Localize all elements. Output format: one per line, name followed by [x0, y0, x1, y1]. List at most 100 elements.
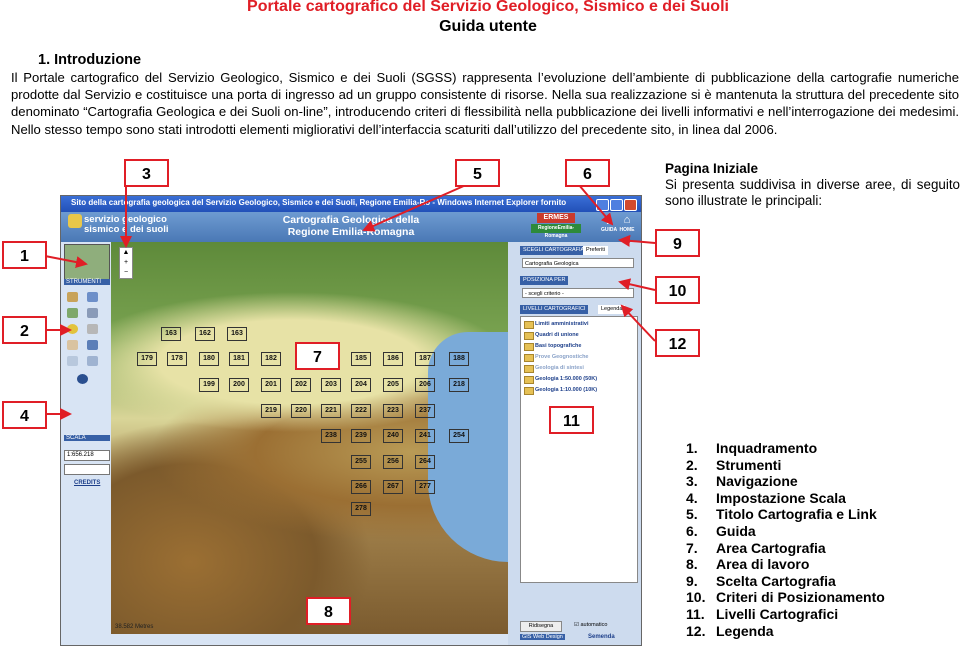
layer-item[interactable]: Quadri di unione — [535, 332, 579, 338]
map-grid-cell[interactable]: 204 — [351, 378, 371, 392]
map-grid-cell[interactable]: 179 — [137, 352, 157, 366]
tab-legenda[interactable]: Legenda — [598, 305, 626, 314]
layer-item[interactable]: Geologia 1:50.000 (50K) — [535, 376, 597, 382]
tab-posiziona-per[interactable]: POSIZIONA PER — [520, 276, 569, 285]
map-grid-cell[interactable]: 238 — [321, 429, 341, 443]
zoom-in-icon[interactable] — [67, 308, 78, 318]
map-grid-cell[interactable]: 202 — [291, 378, 311, 392]
map-grid-cell[interactable]: 199 — [199, 378, 219, 392]
folder-icon — [524, 376, 534, 384]
map-grid-cell[interactable]: 223 — [383, 404, 403, 418]
folder-icon — [524, 387, 534, 395]
map-grid-cell[interactable]: 178 — [167, 352, 187, 366]
areas-list-item: 1. Inquadramento — [686, 440, 885, 457]
map-grid-cell[interactable]: 188 — [449, 352, 469, 366]
map-grid-cell[interactable]: 239 — [351, 429, 371, 443]
layer-item[interactable]: Basi topografiche — [535, 343, 581, 349]
list-number: 9. — [686, 572, 698, 589]
callout-6: 6 — [565, 159, 610, 187]
portal-header: servizio geologico sismico e dei suoli C… — [61, 212, 641, 242]
scale-select[interactable] — [64, 464, 110, 475]
map-grid-cell[interactable]: 255 — [351, 455, 371, 469]
scale-input[interactable]: 1:656.218 — [64, 450, 110, 461]
side-description: Si presenta suddivisa in diverse aree, d… — [665, 177, 960, 208]
ridisegna-button[interactable]: Ridisegna — [520, 621, 562, 632]
criterio-select[interactable]: - scegli criterio - — [522, 288, 634, 298]
cartography-select[interactable]: Cartografia Geologica — [522, 258, 634, 268]
map-grid-cell[interactable]: 237 — [415, 404, 435, 418]
map-grid-cell[interactable]: 200 — [229, 378, 249, 392]
map-grid-cell[interactable]: 218 — [449, 378, 469, 392]
map-grid-cell[interactable]: 182 — [261, 352, 281, 366]
map-grid-cell[interactable]: 266 — [351, 480, 371, 494]
tab-scegli-cartografia[interactable]: SCEGLI CARTOGRAFIA — [520, 246, 588, 255]
navigation-control[interactable]: ▲ + − — [119, 247, 133, 279]
map-grid-cell[interactable]: 203 — [321, 378, 341, 392]
map-grid-cell[interactable]: 264 — [415, 455, 435, 469]
layer-item[interactable]: Limiti amministrativi — [535, 321, 589, 327]
list-label: Navigazione — [716, 473, 798, 490]
print-icon[interactable] — [87, 340, 98, 350]
tab-livelli-cartografici[interactable]: LIVELLI CARTOGRAFICI — [520, 305, 589, 314]
minimize-button[interactable] — [596, 199, 609, 211]
id-icon[interactable] — [77, 374, 88, 384]
ermes-link[interactable]: ERMES — [537, 213, 575, 223]
map-grid-cell[interactable]: 162 — [195, 327, 215, 341]
checkbox[interactable]: ☑ — [574, 622, 579, 628]
map-grid-cell[interactable]: 267 — [383, 480, 403, 494]
list-label: Legenda — [716, 622, 774, 639]
hand-icon[interactable] — [67, 340, 78, 350]
callout-2: 2 — [2, 316, 47, 344]
map-grid-cell[interactable]: 206 — [415, 378, 435, 392]
layer-item[interactable]: Geologia 1:10.000 (10K) — [535, 387, 597, 393]
window-titlebar: Sito della cartografia geologica del Ser… — [61, 196, 641, 212]
map-grid-cell[interactable]: 180 — [199, 352, 219, 366]
zoom-out-icon[interactable] — [87, 308, 98, 318]
map-grid-cell[interactable]: 220 — [291, 404, 311, 418]
portal-logo[interactable]: servizio geologico sismico e dei suoli — [68, 214, 178, 240]
map-grid-cell[interactable]: 185 — [351, 352, 371, 366]
refresh-icon[interactable] — [87, 356, 98, 366]
map-grid-cell[interactable]: 240 — [383, 429, 403, 443]
map-grid-cell[interactable]: 163 — [161, 327, 181, 341]
credits-link[interactable]: CREDITS — [74, 480, 100, 486]
map-grid-cell[interactable]: 201 — [261, 378, 281, 392]
home-button[interactable]: ⌂ HOME — [619, 214, 635, 236]
maximize-button[interactable] — [610, 199, 623, 211]
map-grid-cell[interactable]: 256 — [383, 455, 403, 469]
list-label: Livelli Cartografici — [716, 605, 839, 622]
overview-map[interactable] — [64, 244, 110, 280]
identify-icon[interactable] — [87, 292, 98, 302]
semenda-logo[interactable]: Semenda — [588, 634, 615, 640]
guida-button[interactable]: ? GUIDA — [601, 214, 617, 236]
folder-icon — [524, 365, 534, 373]
map-grid-cell[interactable]: 277 — [415, 480, 435, 494]
map-grid-cell[interactable]: 205 — [383, 378, 403, 392]
layers-list: Limiti amministrativi Quadri di unione B… — [520, 316, 638, 583]
regione-link[interactable]: RegioneEmilia-Romagna — [531, 224, 581, 239]
auto-checkbox-label[interactable]: ☑ automatico — [574, 622, 607, 628]
map-area[interactable]: ▲ + − 163 162 163 179 178 180 181 182 185 186 187 188… — [111, 242, 508, 634]
info-icon[interactable] — [67, 324, 78, 334]
map-grid-cell[interactable]: 241 — [415, 429, 435, 443]
map-grid-cell[interactable]: 181 — [229, 352, 249, 366]
map-grid-cell[interactable]: 278 — [351, 502, 371, 516]
measure-icon[interactable] — [87, 324, 98, 334]
areas-list-item: 9. Scelta Cartografia — [686, 573, 885, 590]
areas-list-item: 5. Titolo Cartografia e Link — [686, 506, 885, 523]
close-button[interactable] — [624, 199, 637, 211]
select-icon[interactable] — [67, 356, 78, 366]
map-grid-cell[interactable]: 186 — [383, 352, 403, 366]
layer-item[interactable]: Prove Geognostiche — [535, 354, 589, 360]
map-grid-cell[interactable]: 187 — [415, 352, 435, 366]
map-grid-cell[interactable]: 163 — [227, 327, 247, 341]
pan-icon[interactable] — [67, 292, 78, 302]
layer-item[interactable]: Geologia di sintesi — [535, 365, 584, 371]
map-grid-cell[interactable]: 221 — [321, 404, 341, 418]
map-grid-cell[interactable]: 219 — [261, 404, 281, 418]
gis-web-design-link[interactable]: GIS Web Design — [520, 634, 565, 640]
tab-preferiti[interactable]: Preferiti — [583, 246, 608, 255]
list-label: Scelta Cartografia — [716, 572, 836, 589]
map-grid-cell[interactable]: 222 — [351, 404, 371, 418]
map-grid-cell[interactable]: 254 — [449, 429, 469, 443]
